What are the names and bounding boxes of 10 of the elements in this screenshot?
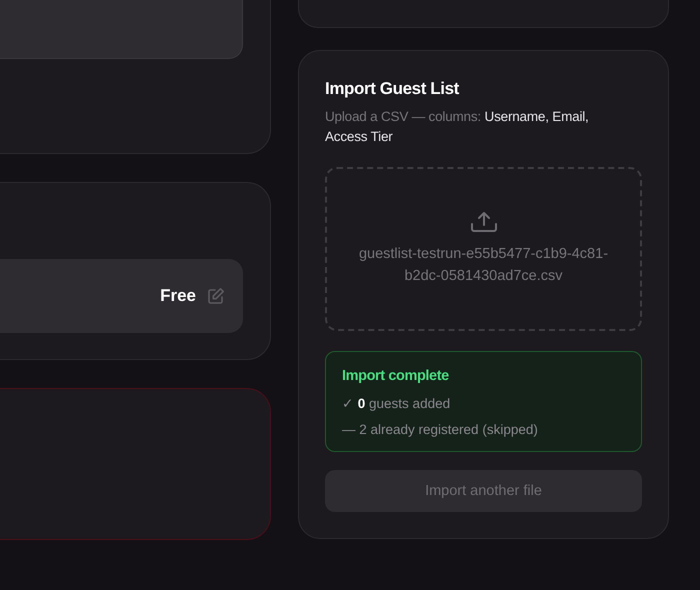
edit-icon[interactable]	[207, 287, 225, 305]
upload-icon	[470, 211, 498, 233]
file-name: guestlist-testrun-e55b5477-c1b9-4c81-b2dc-0581430ad7ce.csv	[358, 245, 610, 286]
result-line: ✓ 0 guests added	[342, 395, 452, 411]
result-line: — 2 already registered (skipped)	[342, 422, 539, 437]
card-subtitle: Upload a CSV — columns: Username, Email, Access Tier	[325, 108, 590, 146]
file-dropzone[interactable]: guestlist-testrun-e55b5477-c1b9-4c81-b2dc-0581430ad7ce.csv	[325, 167, 642, 331]
card-title: Import Guest List	[325, 79, 460, 99]
result-title: Import complete	[342, 368, 450, 384]
tier-value: Free	[160, 286, 196, 306]
